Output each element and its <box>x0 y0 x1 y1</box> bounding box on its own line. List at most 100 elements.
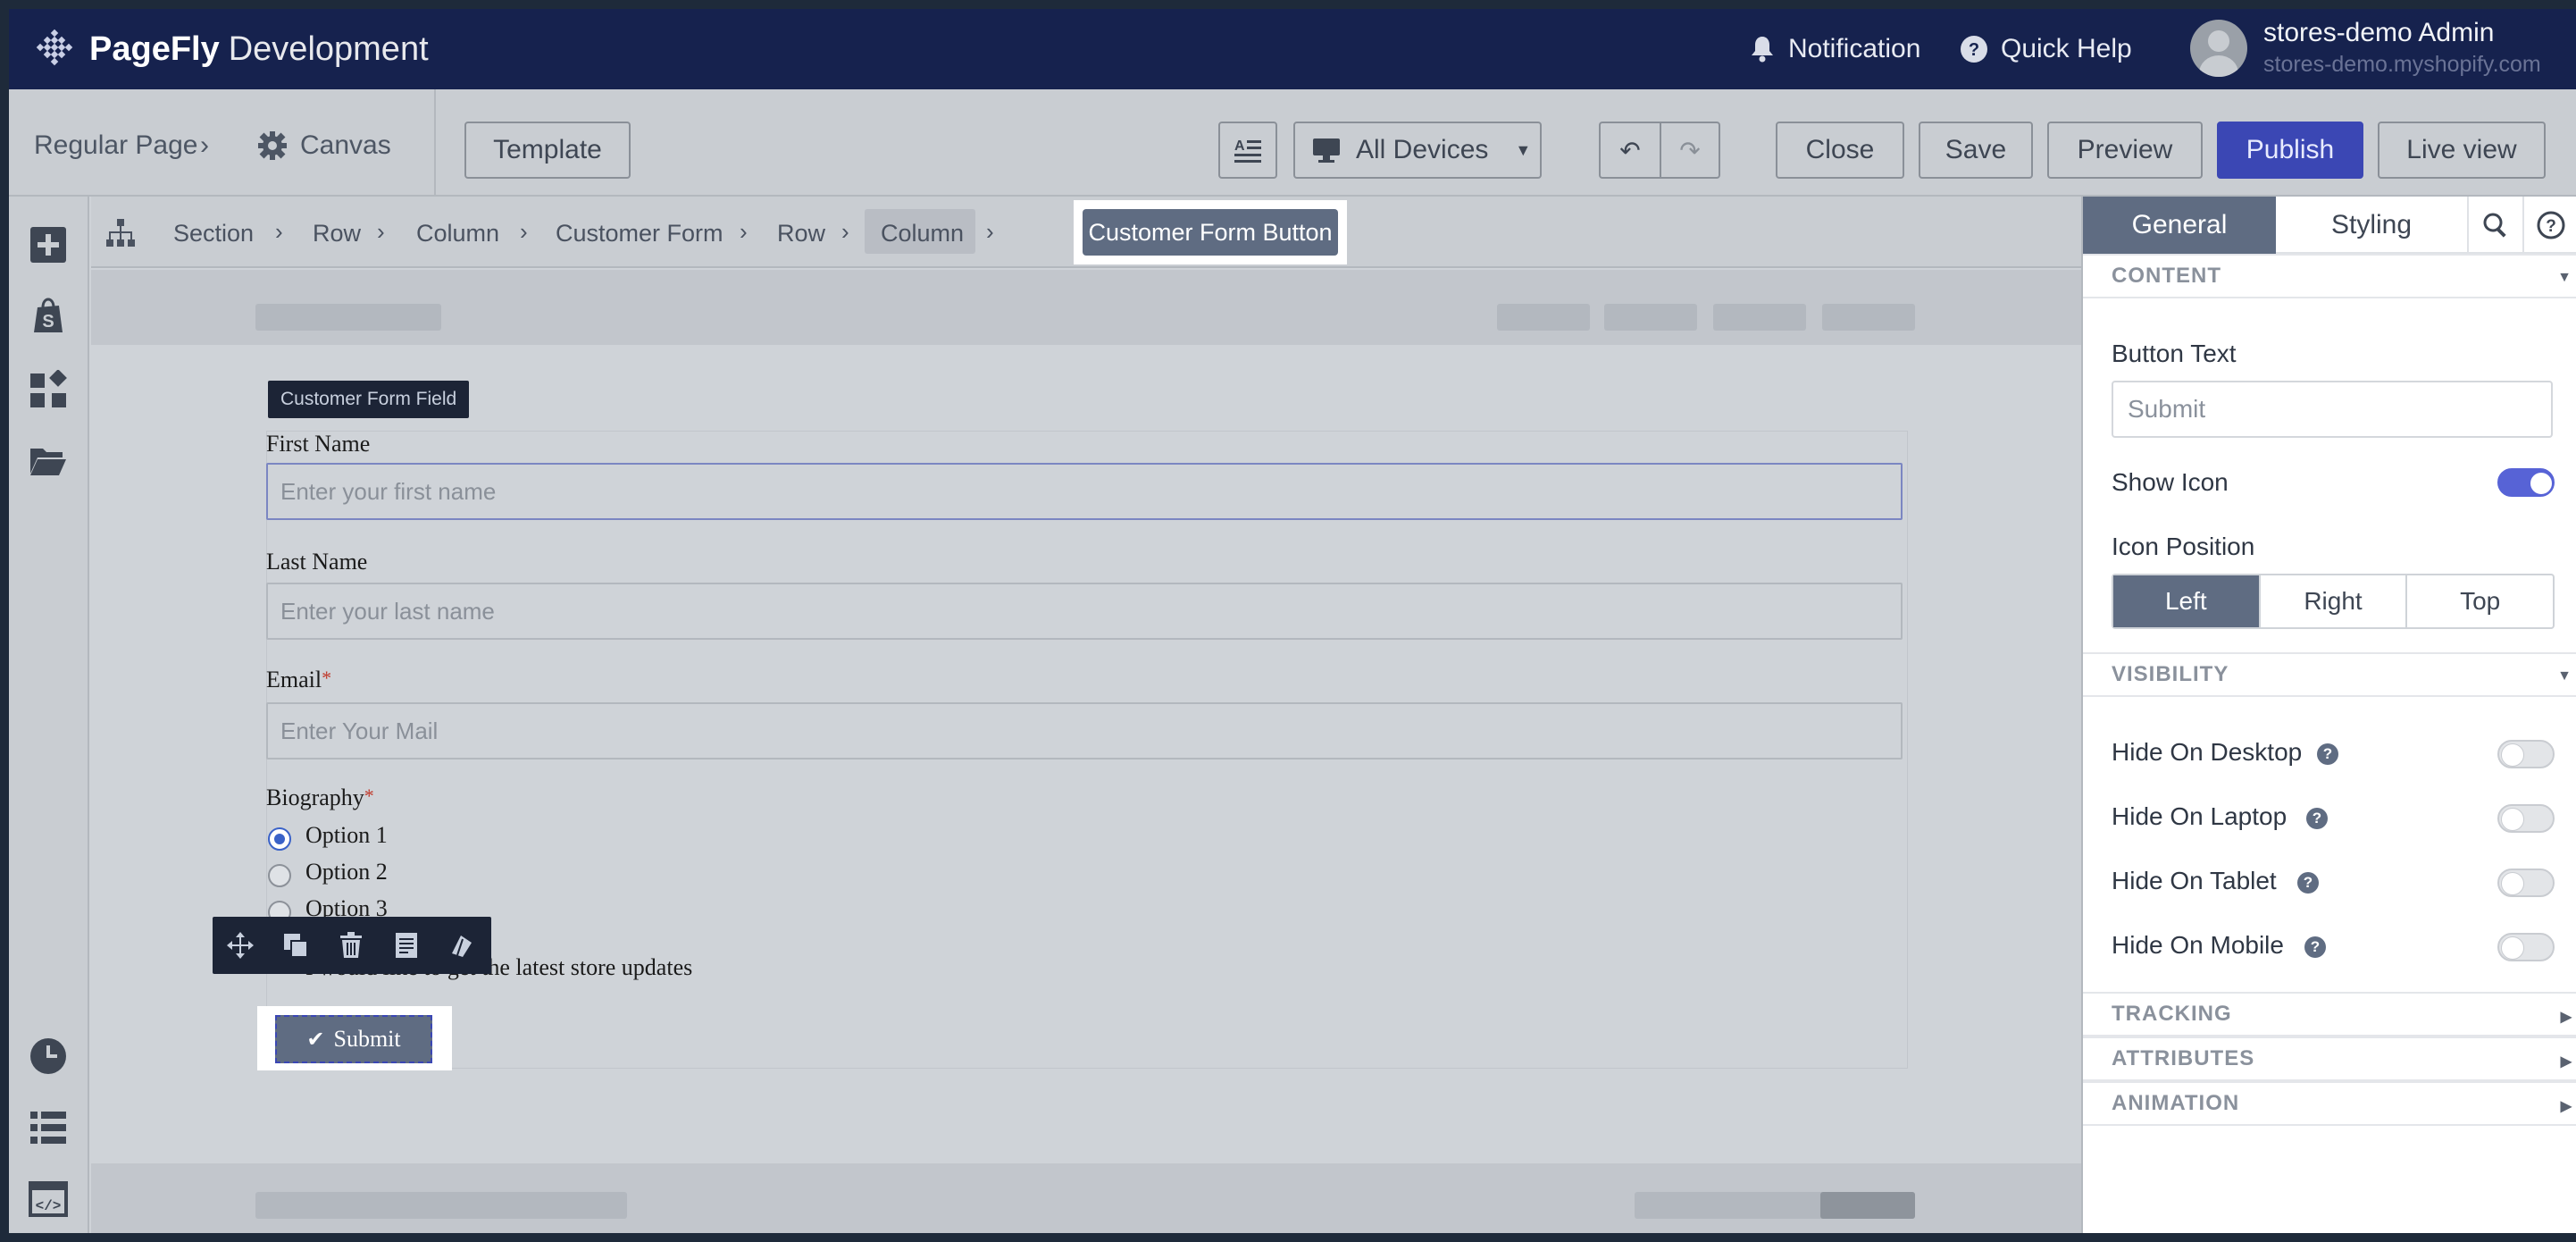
help-circle-icon: ? <box>2537 211 2565 239</box>
breadcrumb-row-2[interactable]: Row <box>777 220 825 248</box>
live-view-button[interactable]: Live view <box>2378 122 2546 179</box>
page-type-link[interactable]: Regular Page <box>34 130 197 161</box>
chevron-right-icon: › <box>841 218 849 245</box>
hide-laptop-toggle[interactable] <box>2497 804 2555 833</box>
delete-button[interactable] <box>323 917 379 974</box>
document-icon <box>396 933 417 958</box>
breadcrumb-section[interactable]: Section <box>173 220 254 248</box>
section-tracking[interactable]: TRACKING ▶ <box>2083 992 2576 1036</box>
search-icon <box>2483 213 2506 238</box>
icon-position-label: Icon Position <box>2112 533 2255 560</box>
help-button[interactable]: ? <box>2524 197 2576 254</box>
user-name[interactable]: stores-demo Admin <box>2263 18 2494 48</box>
editor-canvas[interactable]: Customer Form Field First Name Enter you… <box>91 270 2081 1233</box>
history-clock-icon[interactable] <box>29 1036 68 1076</box>
section-attributes[interactable]: ATTRIBUTES ▶ <box>2083 1036 2576 1081</box>
breadcrumb-row[interactable]: Row <box>313 220 361 248</box>
button-text-input[interactable]: Submit <box>2112 381 2553 438</box>
shopify-icon[interactable]: S <box>29 297 68 336</box>
tab-general[interactable]: General <box>2083 197 2276 254</box>
save-section-button[interactable] <box>379 917 434 974</box>
code-editor-icon[interactable]: </> <box>29 1179 68 1219</box>
text-align-button[interactable]: A <box>1218 122 1277 179</box>
hide-desktop-toggle[interactable] <box>2497 740 2555 768</box>
breadcrumb-customer-form[interactable]: Customer Form <box>556 220 723 248</box>
placeholder-bar <box>1497 304 1590 331</box>
search-button[interactable] <box>2469 197 2524 254</box>
add-element-icon[interactable] <box>29 225 68 264</box>
show-icon-toggle[interactable] <box>2497 468 2555 497</box>
icon-position-left[interactable]: Left <box>2113 575 2261 627</box>
hide-tablet-toggle[interactable] <box>2497 869 2555 897</box>
hide-tablet-label: Hide On Tablet <box>2112 867 2277 894</box>
section-content[interactable]: CONTENT ▼ <box>2083 254 2576 298</box>
submit-button[interactable]: ✔ Submit <box>275 1015 432 1063</box>
email-input[interactable]: Enter Your Mail <box>266 702 1903 759</box>
section-visibility[interactable]: VISIBILITY ▼ <box>2083 652 2576 697</box>
chevron-right-icon: › <box>740 218 748 245</box>
quick-help-button[interactable]: ? Quick Help <box>1960 34 2132 64</box>
option-1-radio[interactable] <box>268 827 291 851</box>
hide-mobile-toggle[interactable] <box>2497 933 2555 961</box>
canvas-settings-button[interactable]: Canvas <box>257 130 391 161</box>
publish-button[interactable]: Publish <box>2217 122 2363 179</box>
help-tooltip-icon[interactable]: ? <box>2304 936 2326 958</box>
last-name-label: Last Name <box>266 549 368 575</box>
page-elements-icon[interactable] <box>29 370 68 409</box>
caret-down-icon: ▼ <box>2557 668 2572 684</box>
section-content-title: CONTENT <box>2112 264 2221 288</box>
sitemap-icon[interactable] <box>105 218 136 248</box>
folder-open-icon[interactable] <box>29 441 68 481</box>
last-name-input[interactable]: Enter your last name <box>266 583 1903 640</box>
left-sidebar: S </> <box>9 197 89 1233</box>
template-button[interactable]: Template <box>464 122 631 179</box>
save-button[interactable]: Save <box>1919 122 2033 179</box>
biography-label: Biography* <box>266 785 374 811</box>
option-2-radio[interactable] <box>268 864 291 887</box>
tab-styling[interactable]: Styling <box>2276 197 2469 254</box>
notification-button[interactable]: Notification <box>1749 34 1920 64</box>
check-icon: ✔ <box>306 1027 325 1052</box>
hide-laptop-label: Hide On Laptop <box>2112 802 2287 830</box>
duplicate-button[interactable] <box>268 917 323 974</box>
option-2-label: Option 2 <box>305 859 388 885</box>
breadcrumb-column[interactable]: Column <box>416 220 499 248</box>
help-tooltip-icon[interactable]: ? <box>2306 808 2328 829</box>
canvas-label: Canvas <box>300 130 391 160</box>
device-selector[interactable]: All Devices ▼ <box>1293 122 1542 179</box>
layer-list-icon[interactable] <box>29 1108 68 1147</box>
option-1-label: Option 1 <box>305 822 388 848</box>
svg-text:</>: </> <box>36 1198 62 1214</box>
chevron-right-icon: › <box>200 130 209 160</box>
required-marker: * <box>322 667 332 689</box>
caret-down-icon: ▼ <box>2557 270 2572 285</box>
first-name-label: First Name <box>266 431 371 457</box>
breadcrumb-column-2[interactable]: Column <box>881 220 964 248</box>
first-name-input[interactable]: Enter your first name <box>266 463 1903 520</box>
chevron-right-icon: › <box>275 218 283 245</box>
icon-position-right[interactable]: Right <box>2261 575 2408 627</box>
notification-label: Notification <box>1788 34 1921 63</box>
style-button[interactable] <box>434 917 489 974</box>
breadcrumb-current[interactable]: Customer Form Button <box>1083 209 1338 256</box>
brand-name: PageFly <box>89 29 220 68</box>
element-tag: Customer Form Field <box>268 381 470 418</box>
brand-logo[interactable]: PageFly Development <box>34 29 429 70</box>
close-button[interactable]: Close <box>1776 122 1904 179</box>
help-tooltip-icon[interactable]: ? <box>2297 872 2319 894</box>
caret-down-icon: ▼ <box>1515 140 1532 159</box>
section-visibility-title: VISIBILITY <box>2112 662 2229 686</box>
move-button[interactable] <box>213 917 268 974</box>
email-label-text: Email <box>266 667 322 692</box>
user-avatar[interactable] <box>2190 20 2247 77</box>
submit-button-label: Submit <box>333 1026 401 1052</box>
redo-button[interactable]: ↷ <box>1660 122 1720 179</box>
hide-mobile-label: Hide On Mobile <box>2112 931 2284 959</box>
editor-toolbar: Regular Page › Canvas Template A All Dev… <box>9 89 2576 197</box>
undo-button[interactable]: ↶ <box>1599 122 1660 179</box>
help-tooltip-icon[interactable]: ? <box>2317 743 2338 765</box>
section-animation[interactable]: ANIMATION ▶ <box>2083 1081 2576 1126</box>
icon-position-top[interactable]: Top <box>2407 575 2553 627</box>
preview-button[interactable]: Preview <box>2047 122 2203 179</box>
placeholder-bar <box>255 304 441 331</box>
